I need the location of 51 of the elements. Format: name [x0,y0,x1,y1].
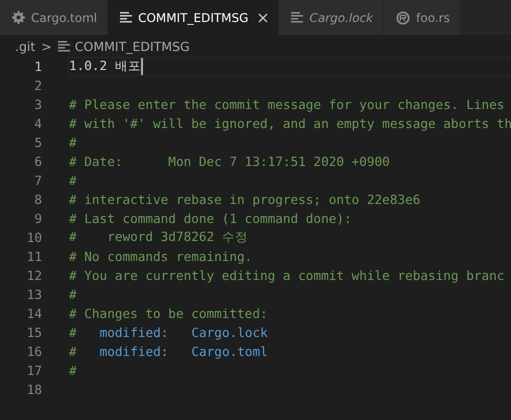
line-number: 5 [33,135,42,150]
code-text: # reword 3d78262 수정 [69,229,248,246]
code-text: # [69,363,77,378]
line-number: 8 [33,192,42,207]
code-text: Cargo.lock [191,325,268,340]
code-text: # interactive rebase in progress; onto 22e83e6 [69,192,420,207]
line-number: 18 [26,382,42,397]
breadcrumb-item[interactable]: COMMIT_EDITMSG [74,38,190,54]
code-text: # Date: Mon Dec 7 13:17:51 2020 +0900 [69,154,390,169]
lines-icon [58,40,70,52]
line-number: 17 [26,363,42,378]
line-number: 7 [33,173,42,188]
line-number: 4 [33,116,42,131]
line-number: 11 [26,249,42,264]
breadcrumb-separator: > [41,38,52,54]
line-number: 2 [33,78,42,93]
code-text: # No commands remaining. [69,249,252,264]
code-text: modified: [100,325,168,340]
line-number: 6 [33,154,42,169]
line-number: 12 [26,268,42,283]
editor-tab[interactable]: foo.rs [384,0,461,35]
lines-icon [291,12,304,23]
editor-tab[interactable]: Cargo.toml [0,0,108,35]
code-text: 1.0.2 배포 [69,58,141,75]
code-text: # Please enter the commit message for your changes. Lines [69,97,504,112]
code-text: Cargo.toml [191,344,268,359]
line-number: 10 [26,230,42,245]
text-cursor [140,58,143,75]
line-number: 3 [33,97,42,112]
code-text: # [69,135,77,150]
editor-tab[interactable]: Cargo.lock [279,0,384,35]
line-number: 9 [33,211,42,226]
code-text: # [69,344,77,359]
code-text: # [69,325,77,340]
code-text: # with '#' will be ignored, and an empty message aborts th [69,116,511,131]
code-text: # You are currently editing a commit while rebasing branc [69,268,504,283]
line-number: 15 [26,325,42,340]
close-icon[interactable] [258,12,268,22]
line-number: 16 [26,344,42,359]
code-text: # [69,173,77,188]
code-text: # Last command done (1 command done): [69,211,352,226]
line-number: 13 [26,287,42,302]
code-text: modified: [100,344,168,359]
breadcrumb-item[interactable]: .git [15,38,36,54]
editor-tab[interactable]: COMMIT_EDITMSG [108,0,280,35]
code-text: # Changes to be committed: [69,306,268,321]
line-number: 14 [26,306,42,321]
line-number: 1 [33,59,42,74]
lines-icon [120,12,132,23]
gear-icon [12,11,25,24]
code-text: # [69,287,77,302]
